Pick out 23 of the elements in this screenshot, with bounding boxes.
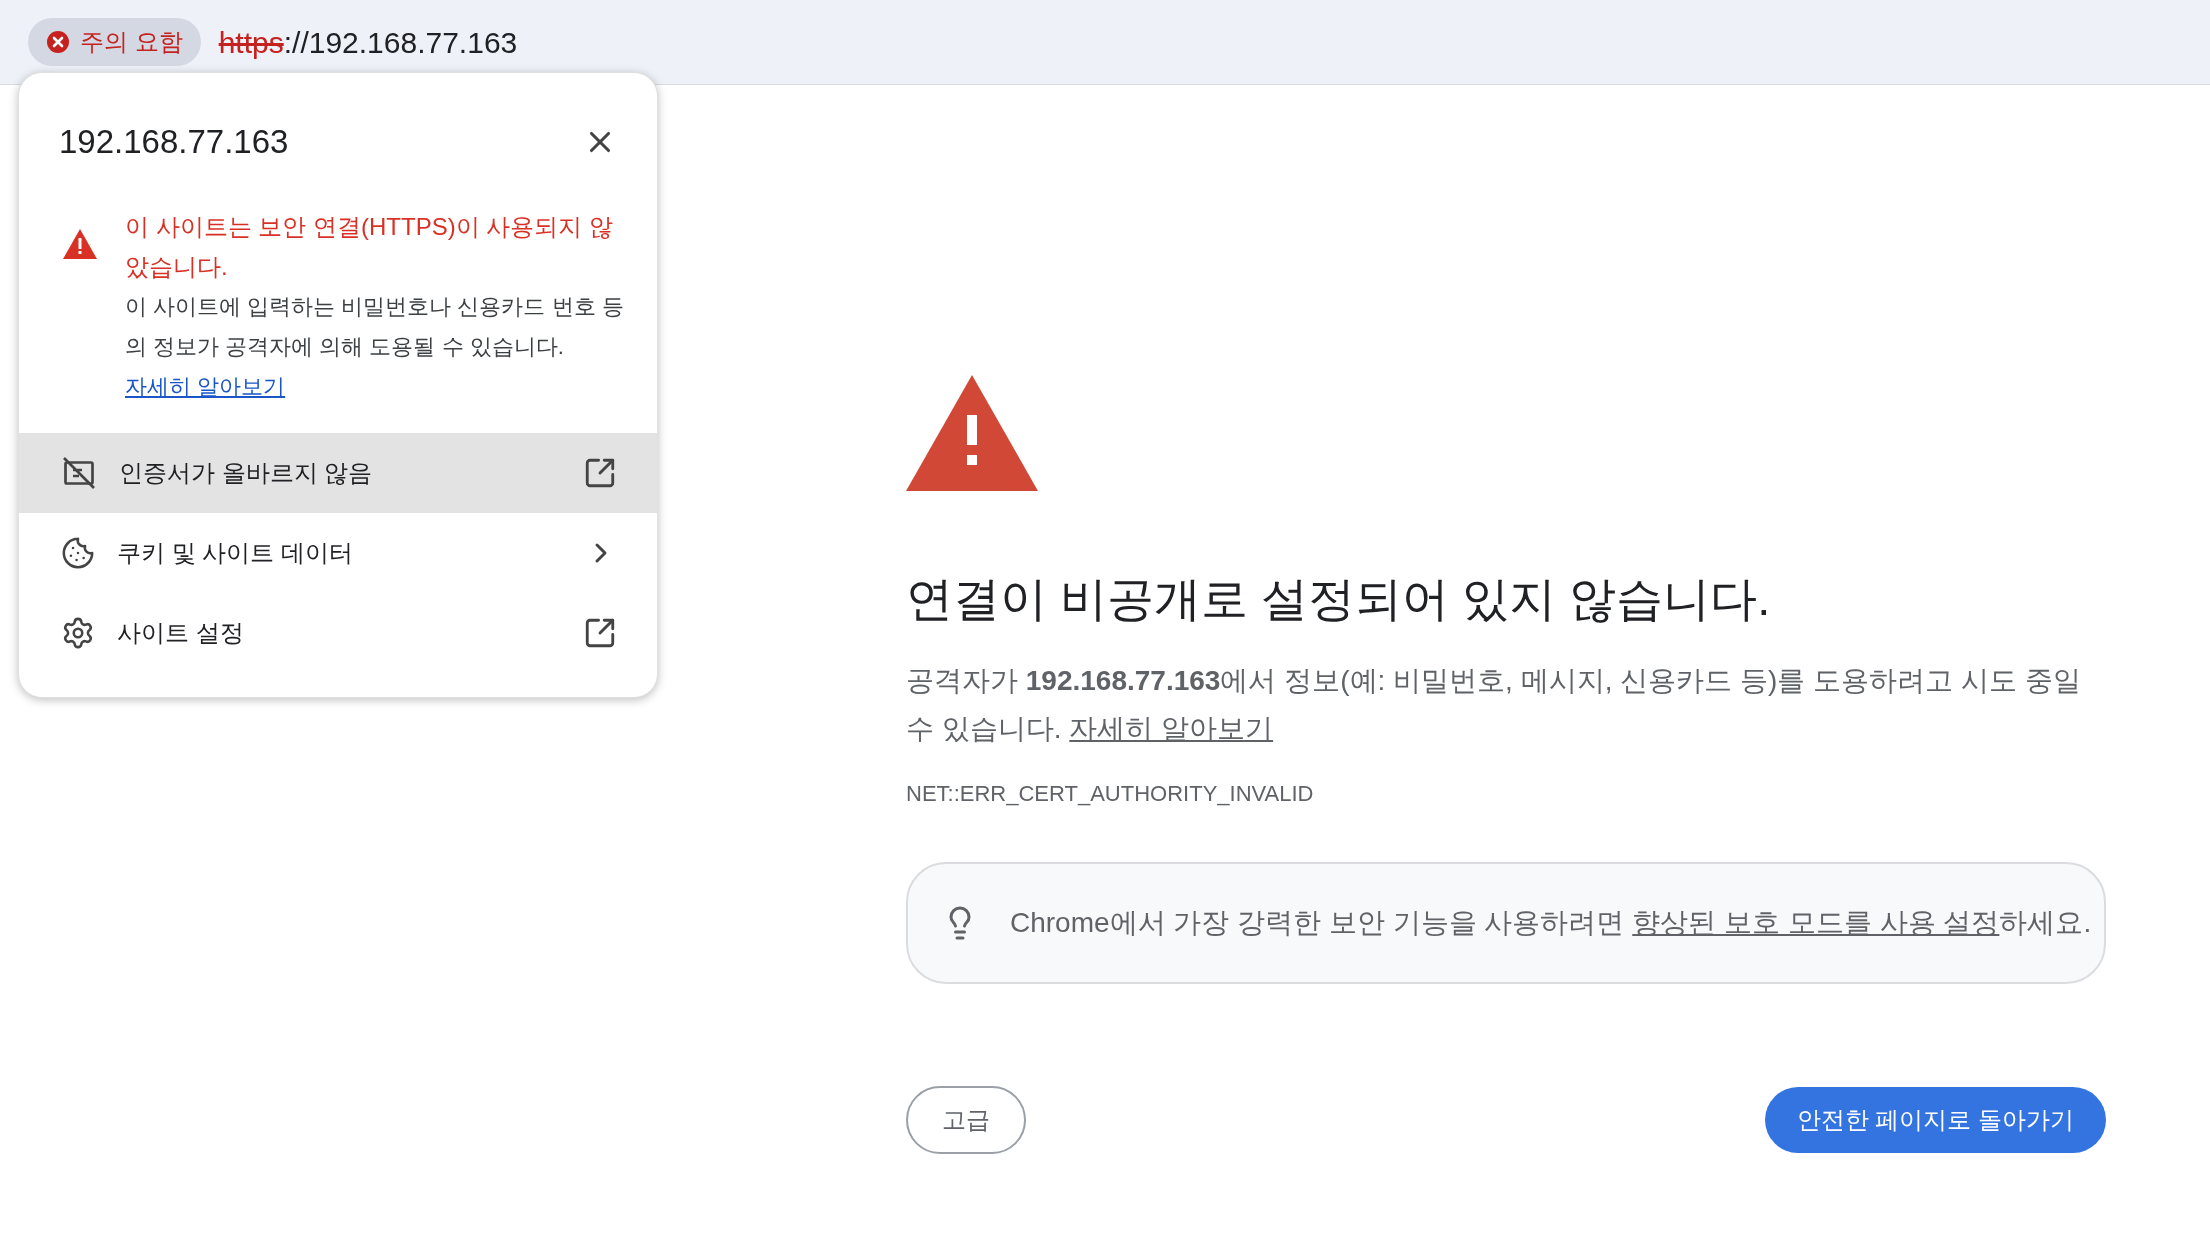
cookie-icon <box>61 535 95 570</box>
certificate-off-icon <box>61 454 97 491</box>
learn-more-link[interactable]: 자세히 알아보기 <box>125 373 286 399</box>
error-icon <box>46 30 70 54</box>
page-heading: 연결이 비공개로 설정되어 있지 않습니다. <box>906 571 1772 627</box>
advanced-button[interactable]: 고급 <box>906 1086 1026 1154</box>
security-chip[interactable]: 주의 요함 <box>28 18 201 66</box>
warning-icon <box>63 228 97 259</box>
popup-title: 192.168.77.163 <box>59 122 289 162</box>
warning-triangle-icon <box>906 375 1038 491</box>
learn-more-link[interactable]: 자세히 알아보기 <box>1069 713 1274 744</box>
error-code: NET::ERR_CERT_AUTHORITY_INVALID <box>906 780 1315 808</box>
description-text: 공격자가 192.168.77.163에서 정보(예: 비밀번호, 메시지, 신용카드 등)를 도용하려고 시도 중일 수 있습니다. 자세히 알아보기 <box>906 664 2082 746</box>
url-text[interactable]: https://192.168.77.163 <box>218 19 518 65</box>
warning-title: 이 사이트는 보안 연결(HTTPS)이 사용되지 않았습니다. <box>125 211 614 282</box>
settings-icon <box>61 615 95 650</box>
popup-menu-item[interactable]: 인증서가 올바르지 않음 <box>19 432 657 513</box>
popup-menu-item[interactable]: 쿠키 및 사이트 데이터 <box>19 512 657 593</box>
tip-text: Chrome에서 가장 강력한 보안 기능을 사용하려면 향상된 보호 모드를 사용 설정하세요. <box>1010 906 2092 940</box>
enhanced-protection-link[interactable]: 향상된 보호 모드를 사용 설정 <box>1632 907 2000 938</box>
warning-description: 이 사이트에 입력하는 비밀번호나 신용카드 번호 등의 정보가 공격자에 의해 도용될 수 있습니다. 자세히 알아보기 <box>125 292 625 401</box>
back-to-safety-button[interactable]: 안전한 페이지로 돌아가기 <box>1764 1087 2106 1153</box>
popup-menu-item[interactable]: 사이트 설정 <box>19 592 657 673</box>
